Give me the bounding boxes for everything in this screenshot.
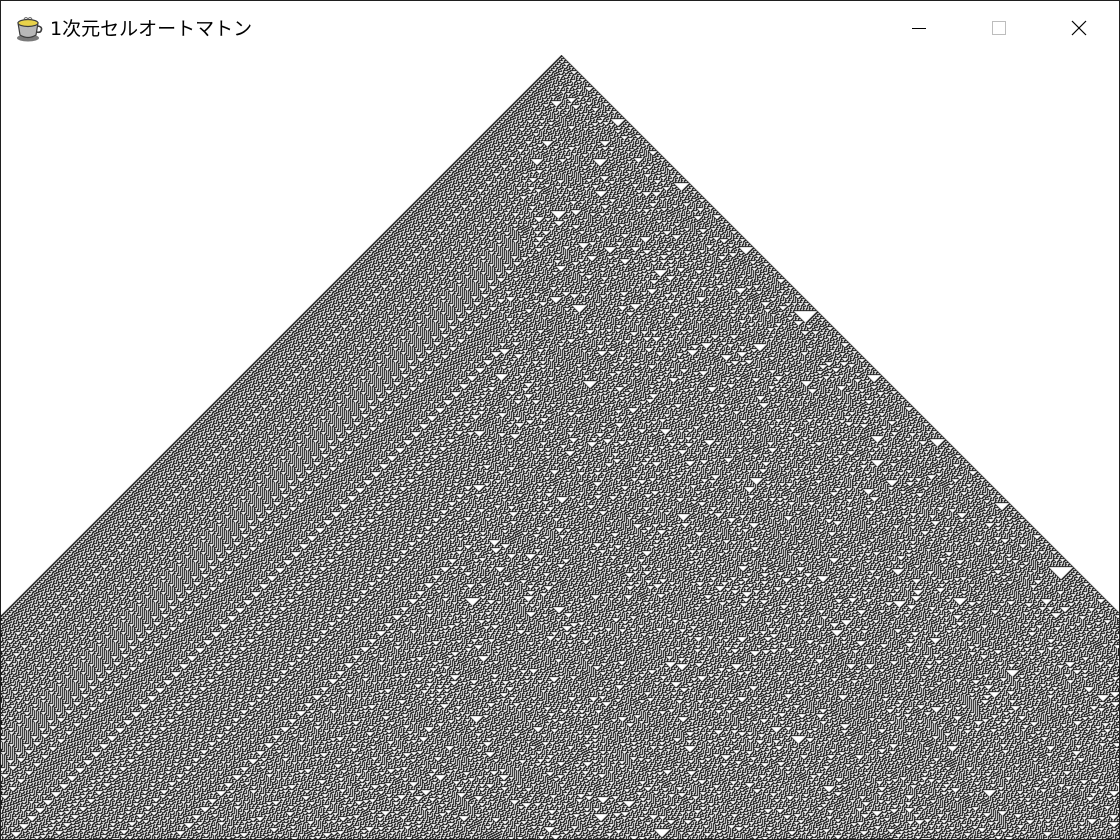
window-title: 1次元セルオートマトン xyxy=(50,18,253,40)
minimize-icon xyxy=(912,28,926,29)
minimize-button[interactable] xyxy=(879,1,959,55)
close-icon xyxy=(1071,20,1087,36)
close-button[interactable] xyxy=(1039,1,1119,55)
maximize-icon xyxy=(992,21,1006,35)
app-window: 1次元セルオートマトン xyxy=(0,0,1120,840)
title-bar[interactable]: 1次元セルオートマトン xyxy=(1,1,1119,55)
maximize-button[interactable] xyxy=(959,1,1039,55)
cellular-automaton-canvas xyxy=(1,55,1119,839)
automaton-view xyxy=(1,55,1119,839)
teacup-icon[interactable] xyxy=(15,15,43,43)
